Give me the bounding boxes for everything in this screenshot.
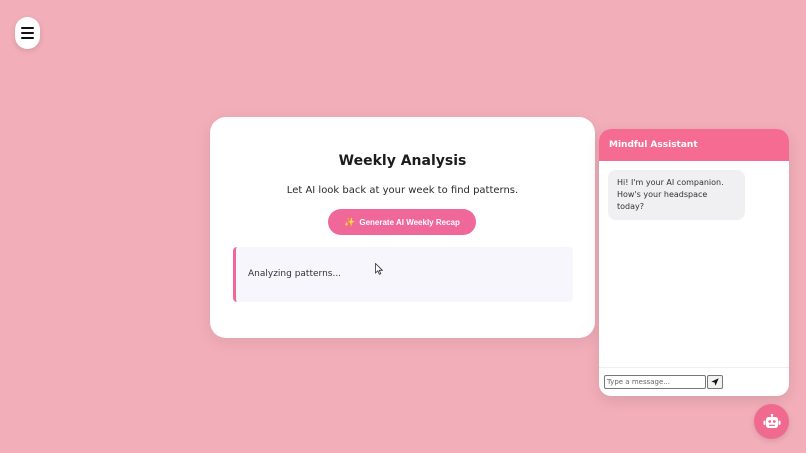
analysis-status-text: Analyzing patterns... (248, 269, 342, 279)
hamburger-icon (21, 27, 34, 39)
chat-footer (599, 367, 789, 396)
chat-message-assistant: Hi! I'm your AI companion. How's your he… (608, 170, 745, 220)
mouse-cursor-icon (375, 263, 383, 275)
chat-panel: Mindful Assistant Hi! I'm your AI compan… (599, 129, 789, 396)
send-icon (711, 378, 719, 386)
page-subtitle: Let AI look back at your week to find pa… (286, 185, 519, 196)
chat-header: Mindful Assistant (599, 129, 789, 161)
weekly-analysis-card: Weekly Analysis Let AI look back at your… (210, 117, 595, 338)
chat-toggle-button[interactable] (754, 404, 789, 439)
generate-recap-label: Generate AI Weekly Recap (359, 217, 460, 227)
analysis-result-box: Analyzing patterns... (233, 247, 573, 302)
menu-button[interactable] (15, 17, 40, 49)
chat-message-input[interactable] (604, 375, 706, 389)
send-button[interactable] (707, 375, 723, 389)
page-title: Weekly Analysis (338, 153, 467, 169)
generate-recap-button[interactable]: ✨ Generate AI Weekly Recap (328, 209, 476, 235)
sparkle-icon: ✨ (344, 216, 356, 227)
robot-icon (763, 413, 780, 428)
